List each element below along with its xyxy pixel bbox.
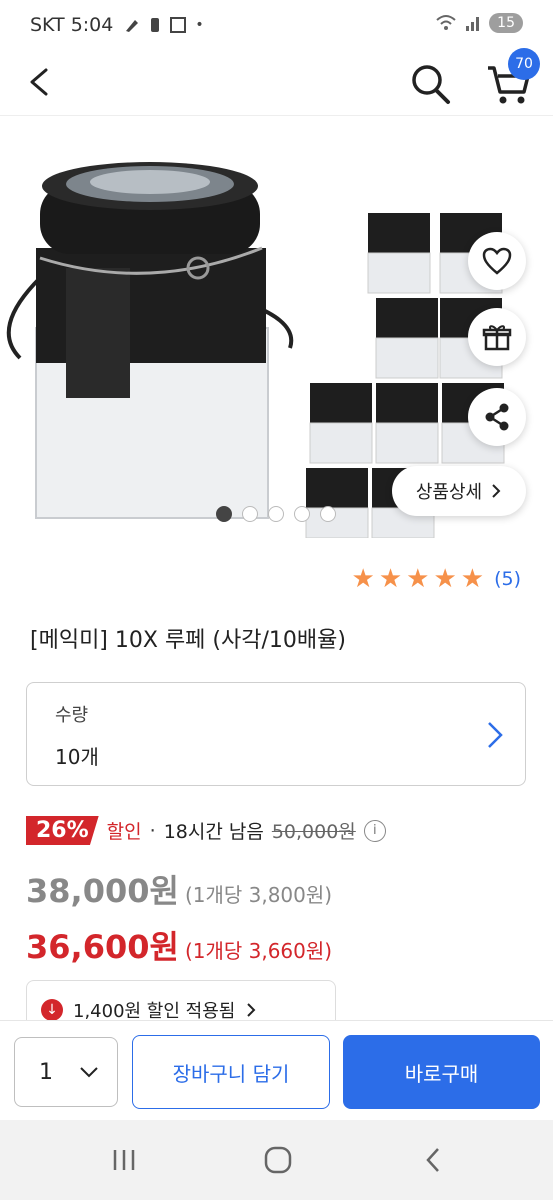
cart-button[interactable]: 70	[484, 48, 540, 106]
sale-unit-price: (1개당 3,660원)	[184, 939, 333, 963]
wishlist-button[interactable]	[468, 232, 526, 290]
add-to-cart-button[interactable]: 장바구니 담기	[132, 1035, 330, 1109]
discount-label: 할인	[106, 821, 142, 843]
quantity-dropdown[interactable]: 1	[14, 1037, 118, 1107]
pagination-dot[interactable]	[320, 506, 336, 522]
discount-percent-badge: 26%	[26, 816, 99, 845]
option-value: 10개	[55, 745, 99, 769]
separator: ·	[149, 819, 156, 842]
home-button[interactable]	[258, 1142, 298, 1178]
star-icon: ★	[460, 564, 485, 594]
search-button[interactable]	[408, 62, 452, 106]
system-back-button[interactable]	[414, 1142, 454, 1178]
wifi-icon	[436, 15, 456, 30]
list-price-row: 38,000원 (1개당 3,800원)	[26, 866, 332, 912]
pagination-dot[interactable]	[216, 506, 232, 522]
dot-icon: •	[195, 17, 204, 33]
chevron-right-icon	[247, 1003, 256, 1017]
buy-now-button[interactable]: 바로구매	[343, 1035, 540, 1109]
info-icon[interactable]: i	[363, 819, 386, 842]
recent-apps-button[interactable]	[104, 1142, 144, 1178]
gift-icon	[482, 325, 512, 351]
product-title: [메익미] 10X 루페 (사각/10배율)	[30, 628, 346, 653]
recent-apps-icon	[113, 1150, 135, 1170]
heart-icon	[482, 247, 512, 275]
time-left: 18시간 남음	[163, 821, 264, 843]
cart-count-badge: 70	[508, 48, 540, 80]
quantity-option-selector[interactable]: 수량 10개	[26, 682, 526, 786]
star-icon: ★	[378, 564, 403, 594]
product-detail-label: 상품상세	[415, 482, 483, 503]
product-image-gallery[interactable]: 상품상세	[0, 118, 553, 538]
back-button[interactable]	[22, 62, 58, 102]
carrier-time: SKT 5:04	[30, 14, 114, 36]
battery-saver-icon	[151, 18, 160, 32]
gift-button[interactable]	[468, 308, 526, 366]
gallery-pagination	[216, 506, 336, 522]
search-icon	[412, 65, 450, 104]
pen-icon	[126, 20, 139, 32]
signal-icon	[466, 17, 480, 31]
review-count[interactable]: (5)	[494, 568, 521, 590]
chevron-right-icon	[488, 722, 503, 748]
rating[interactable]: ★ ★ ★ ★ ★ (5)	[352, 566, 521, 592]
star-icon: ★	[406, 564, 430, 594]
list-unit-price: (1개당 3,800원)	[184, 883, 333, 907]
battery-badge: 15	[489, 13, 523, 33]
pagination-dot[interactable]	[294, 506, 310, 522]
system-nav-bar	[0, 1120, 553, 1200]
quantity-value: 1	[39, 1059, 53, 1085]
back-icon	[426, 1148, 439, 1172]
pagination-dot[interactable]	[242, 506, 258, 522]
sale-price: 36,600원	[26, 928, 179, 966]
original-price: 50,000원	[271, 821, 356, 843]
star-icon: ★	[351, 564, 375, 594]
down-arrow-icon: ↓	[41, 999, 63, 1021]
chevron-down-icon	[80, 1067, 98, 1078]
pagination-dot[interactable]	[268, 506, 284, 522]
share-icon	[485, 403, 509, 431]
option-label: 수량	[55, 705, 89, 726]
discount-row: 26% 할인 · 18시간 남음 50,000원 i	[26, 816, 386, 845]
status-bar: SKT 5:04 • 15	[0, 0, 553, 54]
list-price: 38,000원	[26, 872, 179, 910]
notification-icons: •	[123, 16, 204, 34]
back-arrow-icon	[30, 68, 48, 96]
sale-price-row: 36,600원 (1개당 3,660원)	[26, 922, 332, 968]
bottom-action-bar: 1 장바구니 담기 바로구매	[0, 1020, 553, 1120]
share-button[interactable]	[468, 388, 526, 446]
chevron-right-icon	[492, 484, 501, 498]
app-bar: 70	[0, 48, 553, 116]
star-icon: ★	[433, 564, 457, 594]
product-detail-button[interactable]: 상품상세	[392, 466, 526, 516]
screenshot-icon	[170, 17, 187, 33]
home-icon	[264, 1146, 292, 1174]
